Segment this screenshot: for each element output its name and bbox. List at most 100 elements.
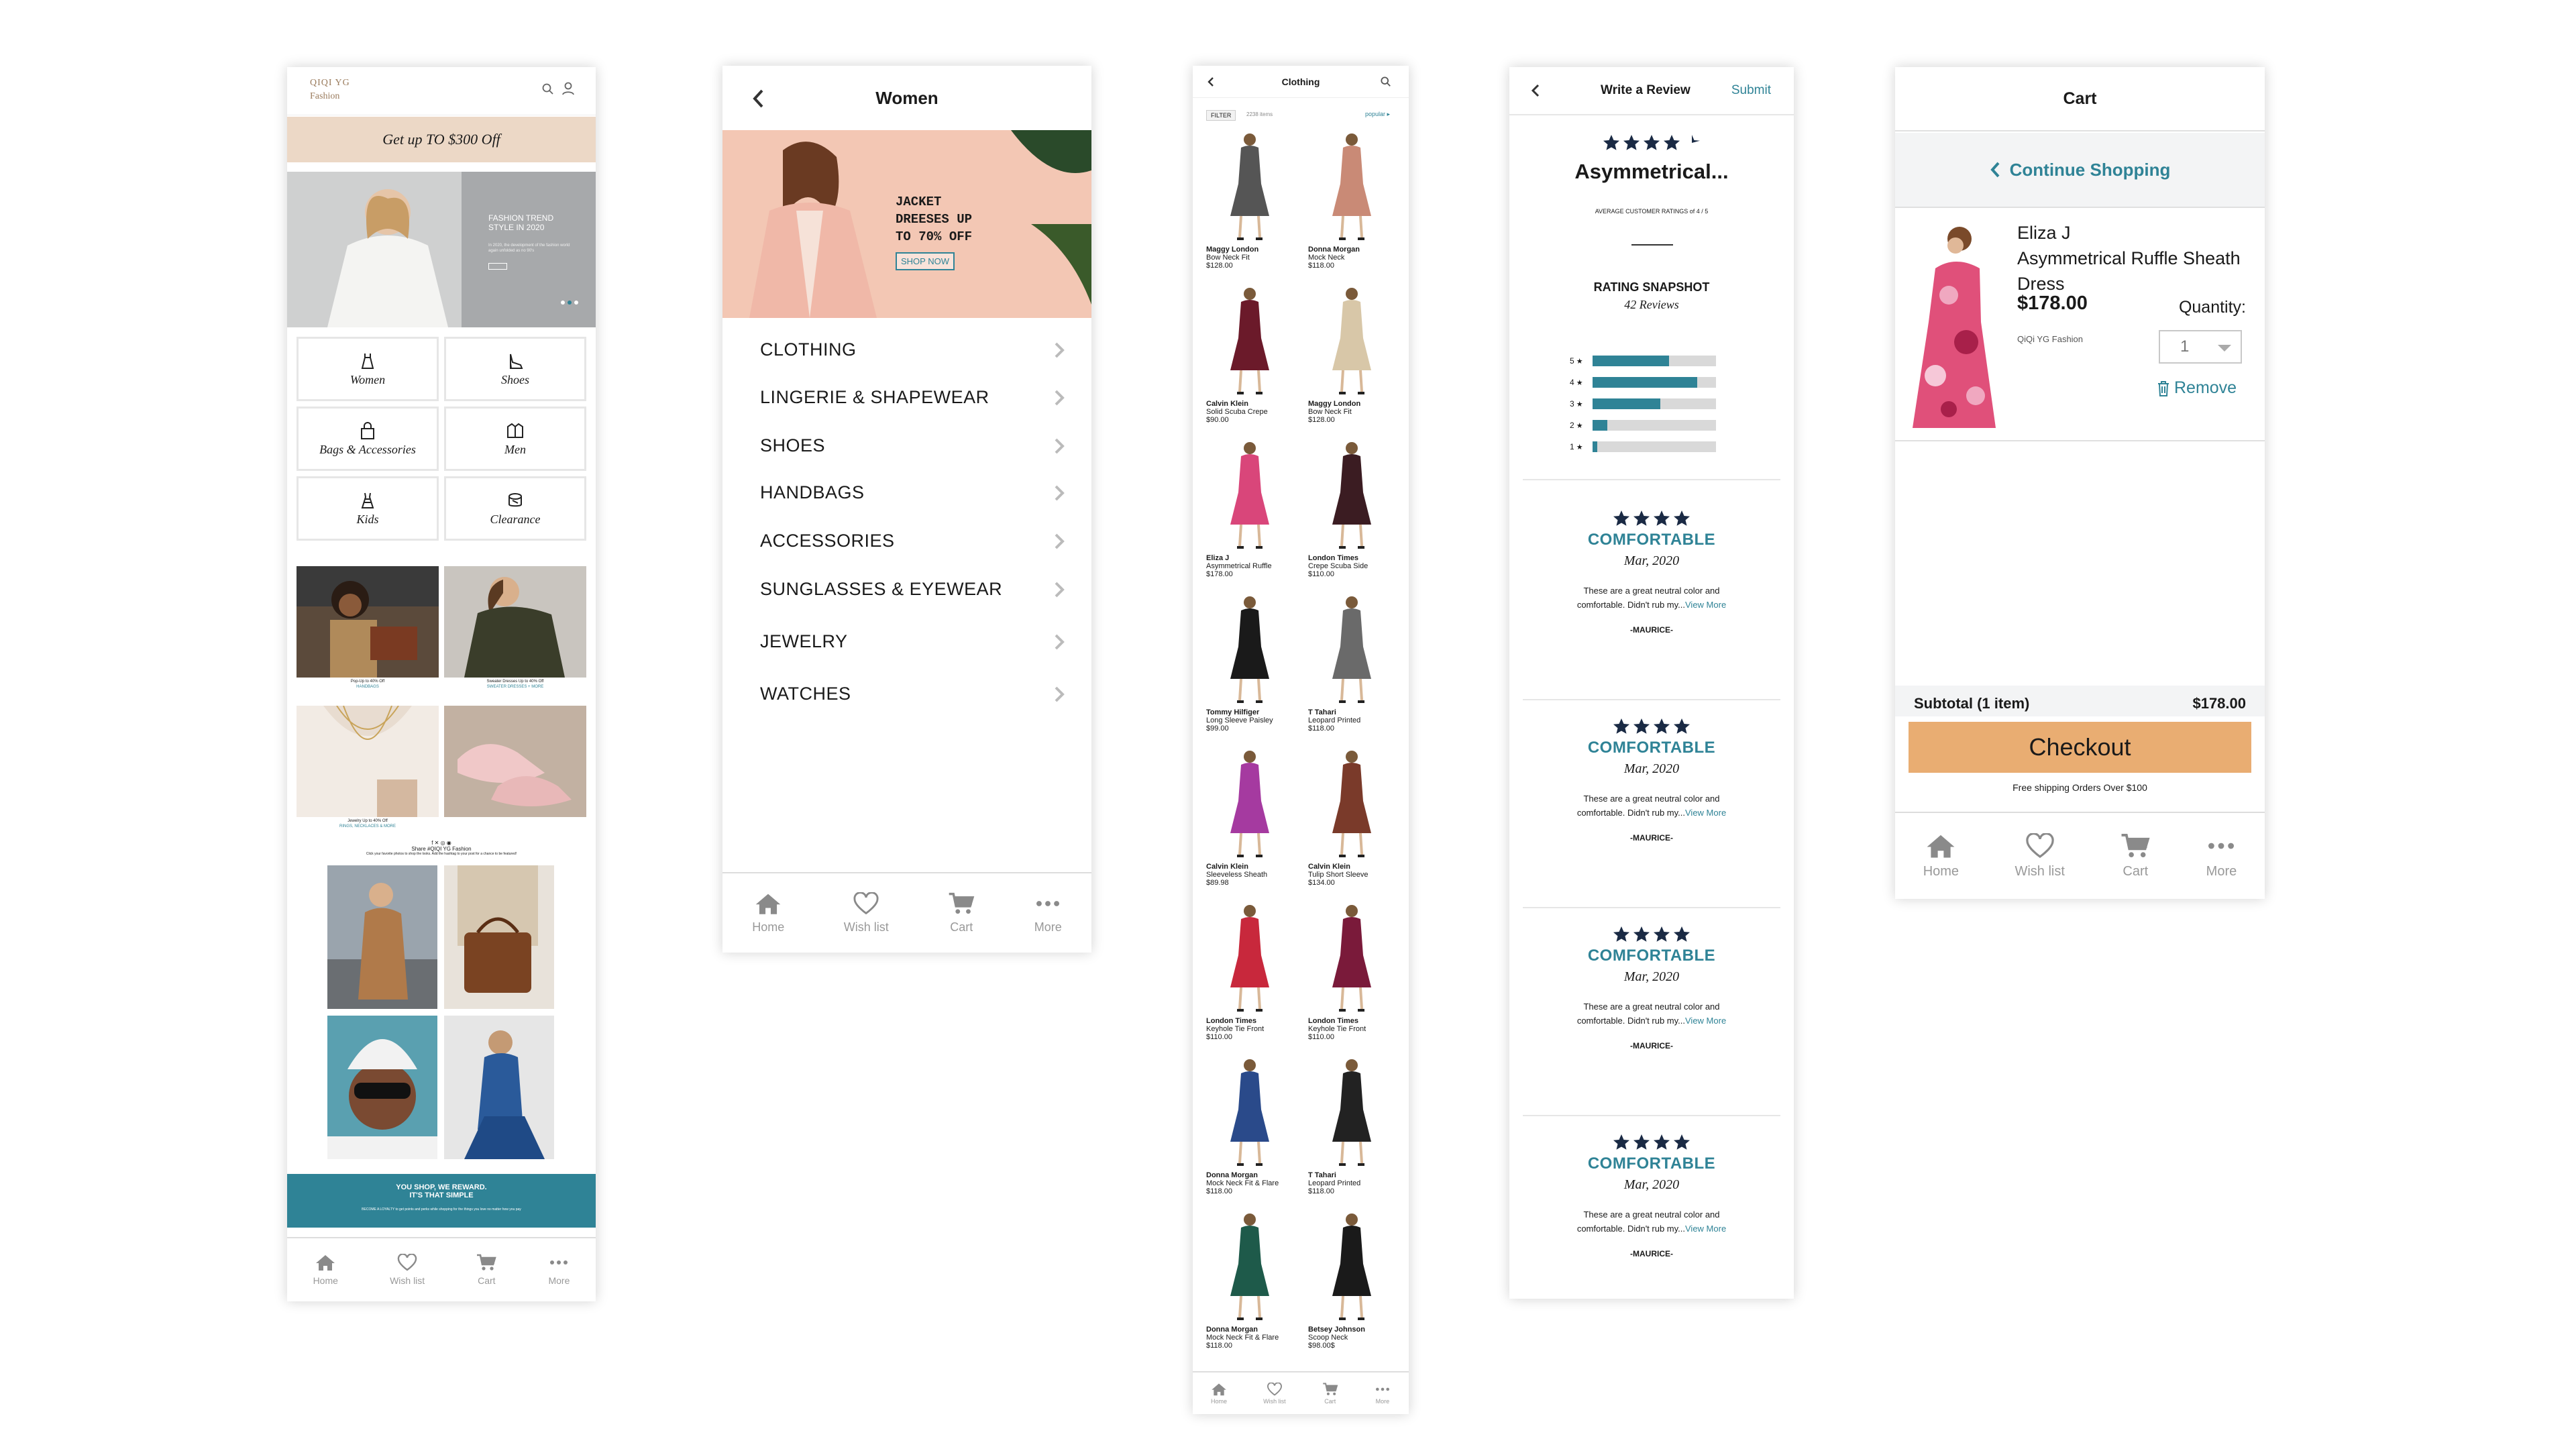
social-photo-1[interactable]	[327, 865, 437, 1009]
carousel-dots[interactable]	[561, 301, 578, 305]
back-icon[interactable]	[752, 89, 764, 109]
menu-item[interactable]: ACCESSORIES	[760, 531, 1065, 551]
checkout-button[interactable]: Checkout	[1909, 722, 2251, 773]
review-card[interactable]: COMFORTABLE Mar, 2020 These are a great ne…	[1509, 510, 1794, 635]
tab-home[interactable]: Home	[1923, 833, 1959, 879]
tab-cart[interactable]: Cart	[2121, 833, 2150, 879]
rating-bar-row[interactable]: 2 ★	[1570, 420, 1716, 431]
social-photo-4[interactable]	[444, 1016, 554, 1159]
loyalty-banner[interactable]: YOU SHOP, WE REWARD. IT'S THAT SIMPLE BE…	[287, 1174, 596, 1228]
promo-photo-jewelry[interactable]	[297, 706, 439, 817]
continue-shopping-link[interactable]: Continue Shopping	[2010, 160, 2171, 180]
search-icon[interactable]	[1381, 76, 1391, 87]
product-card[interactable]: Maggy London Bow Neck Fit $128.00	[1199, 130, 1300, 282]
product-card[interactable]: Donna Morgan Mock Neck Fit & Flare $118.00	[1199, 1210, 1300, 1362]
category-kids[interactable]: Kids	[297, 476, 439, 541]
product-card[interactable]: London Times Keyhole Tie Front $110.00	[1199, 902, 1300, 1053]
caption-link[interactable]: SWEATER DRESSES + MORE	[444, 684, 586, 690]
category-clearance[interactable]: Clearance	[444, 476, 586, 541]
social-icons[interactable]: f ✕ ◎ ◉	[287, 840, 596, 846]
menu-item-label: CLOTHING	[760, 339, 857, 360]
tab-home[interactable]: Home	[752, 892, 784, 934]
product-name[interactable]: Asymmetrical Ruffle Sheath Dress	[2017, 246, 2252, 297]
rating-bar-row[interactable]: 1 ★	[1570, 441, 1716, 452]
tab-wishlist[interactable]: Wish list	[2015, 832, 2065, 879]
category-women[interactable]: Women	[297, 337, 439, 401]
product-price: $178.00	[2017, 292, 2088, 314]
rating-stars-summary[interactable]	[1509, 134, 1794, 155]
product-card[interactable]: Donna Morgan Mock Neck Fit & Flare $118.00	[1199, 1056, 1300, 1207]
tab-more[interactable]: More	[1034, 892, 1062, 934]
tab-home[interactable]: Home	[313, 1254, 338, 1286]
hero-button[interactable]	[488, 263, 507, 270]
review-card[interactable]: COMFORTABLE Mar, 2020 These are a great ne…	[1509, 718, 1794, 843]
promo-photo-handbags[interactable]	[297, 566, 439, 678]
tab-more[interactable]: More	[548, 1254, 570, 1286]
back-icon[interactable]	[1531, 83, 1540, 98]
shop-now-button[interactable]: SHOP NOW	[896, 252, 955, 270]
product-card[interactable]: Betsey Johnson Scoop Neck $98.00$	[1301, 1210, 1402, 1362]
product-thumbnail[interactable]	[1902, 221, 2002, 428]
brand-logo[interactable]: QIQI YG	[310, 78, 350, 89]
view-more-link[interactable]: View More	[1685, 1224, 1726, 1234]
product-info: T Tahari Leopard Printed $118.00	[1308, 708, 1360, 733]
tab-wishlist[interactable]: Wish list	[390, 1254, 425, 1286]
tab-wishlist[interactable]: Wish list	[844, 892, 889, 934]
view-more-link[interactable]: View More	[1685, 808, 1726, 818]
product-card[interactable]: Donna Morgan Mock Neck $118.00	[1301, 130, 1402, 282]
tab-more[interactable]: More	[1375, 1383, 1391, 1405]
remove-button[interactable]: Remove	[2157, 378, 2237, 398]
rating-bar-fill	[1592, 420, 1607, 431]
promo-banner[interactable]: Get up TO $300 Off	[287, 117, 596, 162]
tab-wishlist[interactable]: Wish list	[1263, 1382, 1286, 1405]
search-icon[interactable]	[542, 83, 554, 95]
tab-cart[interactable]: Cart	[476, 1254, 497, 1286]
continue-shopping-bar[interactable]: Continue Shopping	[1895, 133, 2265, 208]
review-card[interactable]: COMFORTABLE Mar, 2020 These are a great ne…	[1509, 1134, 1794, 1258]
product-card[interactable]: T Tahari Leopard Printed $118.00	[1301, 593, 1402, 745]
product-card[interactable]: Calvin Klein Solid Scuba Crepe $90.00	[1199, 284, 1300, 436]
divider	[1523, 699, 1780, 700]
product-card[interactable]: Tommy Hilfiger Long Sleeve Paisley $99.00	[1199, 593, 1300, 745]
social-photo-2[interactable]	[444, 865, 554, 1009]
category-shoes[interactable]: Shoes	[444, 337, 586, 401]
tab-cart[interactable]: Cart	[948, 892, 975, 934]
tab-home[interactable]: Home	[1211, 1383, 1227, 1405]
menu-item[interactable]: LINGERIE & SHAPEWEAR	[760, 387, 1065, 408]
menu-item[interactable]: SUNGLASSES & EYEWEAR	[760, 579, 1065, 600]
filter-button[interactable]: FILTER	[1206, 110, 1236, 121]
tab-cart[interactable]: Cart	[1322, 1383, 1338, 1405]
promo-photo-sneakers[interactable]	[444, 706, 586, 817]
product-card[interactable]: London Times Keyhole Tie Front $110.00	[1301, 902, 1402, 1053]
rating-bar-row[interactable]: 3 ★	[1570, 398, 1716, 409]
menu-item[interactable]: JEWELRY	[760, 631, 1065, 652]
product-card[interactable]: Eliza J Asymmetrical Ruffle $178.00	[1199, 439, 1300, 590]
menu-item[interactable]: SHOES	[760, 435, 1065, 456]
social-photo-3[interactable]	[327, 1016, 437, 1159]
rating-bar-row[interactable]: 5 ★	[1570, 356, 1716, 366]
product-card[interactable]: Maggy London Bow Neck Fit $128.00	[1301, 284, 1402, 436]
view-more-link[interactable]: View More	[1685, 600, 1726, 610]
sort-dropdown[interactable]: popular ▸	[1365, 111, 1390, 118]
product-card[interactable]: Calvin Klein Sleeveless Sheath $89.98	[1199, 747, 1300, 899]
back-icon[interactable]	[1208, 76, 1214, 87]
caption-link[interactable]: HANDBAGS	[297, 684, 439, 690]
menu-item[interactable]: HANDBAGS	[760, 482, 1065, 503]
product-card[interactable]: T Tahari Leopard Printed $118.00	[1301, 1056, 1402, 1207]
star-icon: ★	[1576, 357, 1583, 366]
tab-more[interactable]: More	[2206, 833, 2237, 879]
caption-link[interactable]: RINGS, NECKLACES & MORE	[297, 824, 439, 829]
menu-item[interactable]: CLOTHING	[760, 339, 1065, 360]
view-more-link[interactable]: View More	[1685, 1016, 1726, 1026]
review-card[interactable]: COMFORTABLE Mar, 2020 These are a great ne…	[1509, 926, 1794, 1050]
promo-photo-sweaters[interactable]	[444, 566, 586, 678]
quantity-select[interactable]: 1	[2159, 330, 2242, 364]
category-men[interactable]: Men	[444, 407, 586, 471]
submit-button[interactable]: Submit	[1731, 83, 1771, 98]
category-bags[interactable]: Bags & Accessories	[297, 407, 439, 471]
user-icon[interactable]	[562, 82, 574, 95]
product-card[interactable]: Calvin Klein Tulip Short Sleeve $134.00	[1301, 747, 1402, 899]
menu-item[interactable]: WATCHES	[760, 684, 1065, 704]
product-card[interactable]: London Times Crepe Scuba Side $110.00	[1301, 439, 1402, 590]
rating-bar-row[interactable]: 4 ★	[1570, 377, 1716, 388]
